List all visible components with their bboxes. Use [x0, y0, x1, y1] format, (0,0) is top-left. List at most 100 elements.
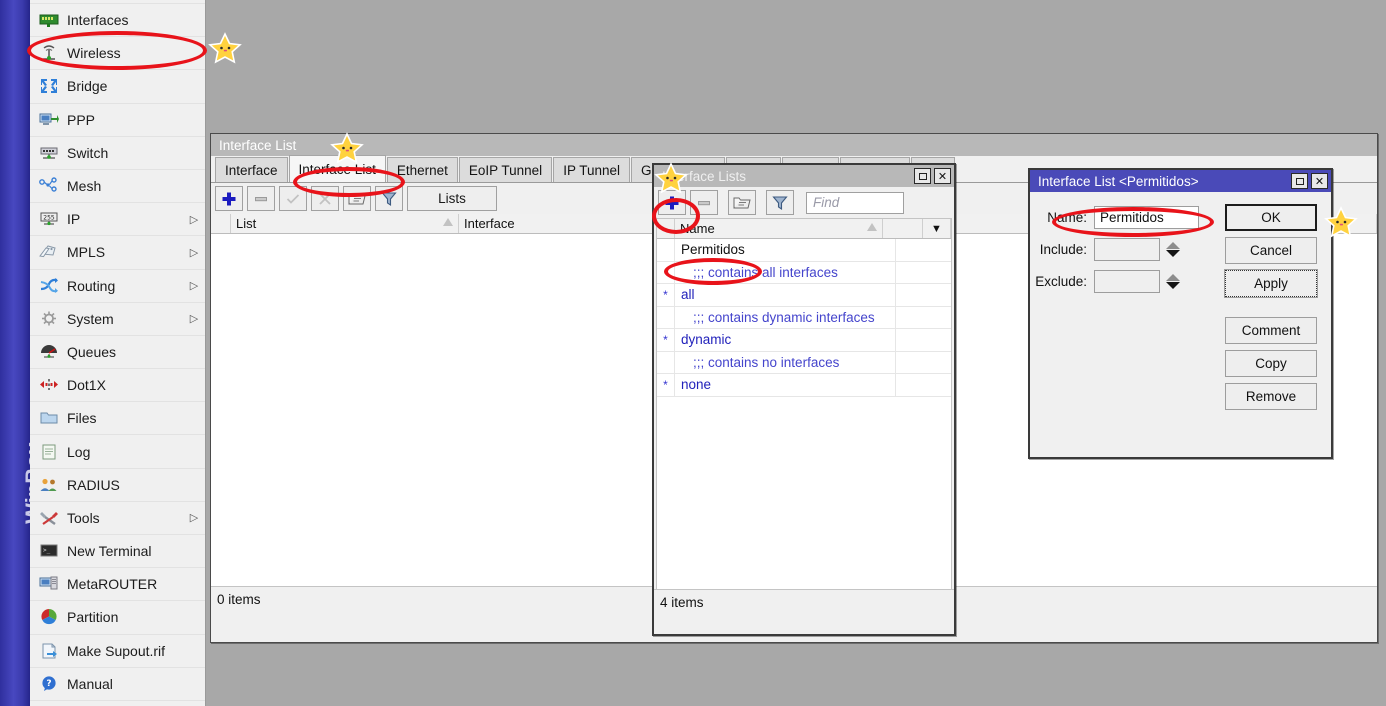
dialog-copy-button[interactable]: Copy [1225, 350, 1317, 377]
sidebar-item-routing[interactable]: Routing ▷ [30, 269, 205, 303]
include-stepper[interactable] [1165, 242, 1181, 257]
interface-lists-window-title[interactable]: Interface Lists ✕ [654, 165, 954, 187]
interface-lists-window[interactable]: Interface Lists ✕ Find Name ▼ Permitidos… [652, 163, 956, 636]
sidebar-item-interfaces[interactable]: Interfaces [30, 4, 205, 38]
find-input[interactable]: Find [806, 191, 904, 214]
sidebar-item-files[interactable]: Files [30, 402, 205, 436]
table-row[interactable]: * none [657, 374, 951, 397]
interface-lists-row-permitidos[interactable]: Permitidos [657, 239, 951, 262]
sidebar-item-switch[interactable]: Switch [30, 136, 205, 170]
tab-ip-tunnel[interactable]: IP Tunnel [553, 157, 630, 182]
chevron-down-icon[interactable] [1166, 250, 1180, 257]
dialog-remove-button[interactable]: Remove [1225, 383, 1317, 410]
permitidos-dialog[interactable]: Interface List <Permitidos> ✕ Name: Perm… [1028, 168, 1333, 459]
interface-lists-add-button[interactable] [658, 190, 686, 215]
filter-button[interactable] [375, 186, 403, 211]
row-name: ;;; contains no interfaces [675, 351, 896, 373]
antenna-icon [38, 43, 60, 63]
table-row[interactable]: * all [657, 284, 951, 307]
sidebar-item-mpls[interactable]: MPLS ▷ [30, 236, 205, 270]
sidebar-item-new-terminal[interactable]: >_ New Terminal [30, 535, 205, 569]
chevron-down-icon[interactable] [1166, 282, 1180, 289]
tab-eoip-tunnel[interactable]: EoIP Tunnel [458, 157, 553, 182]
dialog-ok-button[interactable]: OK [1225, 204, 1317, 231]
chevron-right-icon: ▷ [189, 246, 199, 259]
interface-lists-comment-button[interactable] [728, 190, 756, 215]
dialog-include-field[interactable] [1094, 238, 1160, 261]
enable-button[interactable] [279, 186, 307, 211]
interface-lists-filter-button[interactable] [766, 190, 794, 215]
dialog-name-field[interactable]: Permitidos [1094, 206, 1199, 229]
th-name[interactable]: Name [675, 219, 883, 238]
row-extra [896, 352, 951, 374]
interface-lists-toolbar[interactable]: Find [654, 187, 954, 218]
sidebar-item-system[interactable]: System ▷ [30, 302, 205, 336]
dialog-exclude-field[interactable] [1094, 270, 1160, 293]
row-flag [657, 239, 675, 261]
minus-icon [255, 196, 267, 201]
sidebar-item-ppp[interactable]: PPP [30, 103, 205, 137]
gauge-icon [38, 342, 60, 362]
dialog-body: Name: Permitidos Include: Exclude: OK Ca… [1030, 192, 1331, 424]
sort-ascending-icon [867, 223, 877, 231]
sidebar-item-label: Wireless [67, 45, 121, 62]
dialog-apply-button[interactable]: Apply [1224, 269, 1318, 298]
comment-button[interactable] [343, 186, 371, 211]
sidebar-item-new-winbox[interactable]: New WinBox [30, 700, 205, 706]
tab-interface[interactable]: Interface [215, 157, 288, 182]
sidebar-item-make-supout[interactable]: Make Supout.rif [30, 634, 205, 668]
sidebar-item-queues[interactable]: Queues [30, 335, 205, 370]
sidebar-item-mesh[interactable]: Mesh [30, 169, 205, 204]
row-extra [896, 239, 951, 261]
button-label: Apply [1254, 276, 1288, 291]
table-row[interactable]: ;;; contains dynamic interfaces [657, 306, 951, 329]
mpls-tag-icon [38, 242, 60, 262]
th-list[interactable]: List [231, 214, 459, 233]
maximize-button[interactable] [914, 168, 931, 184]
tab-ethernet[interactable]: Ethernet [386, 157, 458, 182]
exclude-stepper[interactable] [1165, 274, 1181, 289]
close-button[interactable]: ✕ [934, 168, 951, 184]
table-row[interactable]: * dynamic [657, 329, 951, 352]
cross-icon [319, 192, 331, 205]
sidebar-menu[interactable]: Interfaces Wireless Bridge PPP Switch Me… [30, 0, 206, 706]
window-controls[interactable]: ✕ [1291, 173, 1328, 189]
interface-list-window-title[interactable]: Interface List [211, 134, 1377, 156]
chevron-up-icon[interactable] [1166, 242, 1180, 249]
tab-interface-list[interactable]: Interface List [288, 155, 386, 182]
name-label: Name: [1047, 210, 1087, 225]
maximize-button[interactable] [1291, 173, 1308, 189]
sidebar-item-ip[interactable]: 255 IP ▷ [30, 203, 205, 237]
row-extra [896, 374, 951, 396]
comment-icon [733, 197, 751, 208]
disable-button[interactable] [311, 186, 339, 211]
sidebar-item-log[interactable]: Log [30, 435, 205, 469]
sidebar-item-bridge[interactable]: Bridge [30, 70, 205, 104]
table-row[interactable]: ;;; contains all interfaces [657, 261, 951, 284]
close-button[interactable]: ✕ [1311, 173, 1328, 189]
sidebar-item-radius[interactable]: RADIUS [30, 468, 205, 502]
dialog-comment-button[interactable]: Comment [1225, 317, 1317, 344]
column-menu-button[interactable]: ▼ [923, 219, 951, 238]
tab-label: IP Tunnel [563, 162, 620, 178]
item-count-label: 4 items [660, 594, 704, 610]
table-row[interactable]: ;;; contains no interfaces [657, 351, 951, 374]
sidebar-item-dot1x[interactable]: Dot1X [30, 369, 205, 403]
window-controls[interactable]: ✕ [914, 168, 951, 184]
dialog-cancel-button[interactable]: Cancel [1225, 237, 1317, 264]
sidebar-item-tools[interactable]: Tools ▷ [30, 501, 205, 535]
interface-lists-remove-button[interactable] [690, 190, 718, 215]
lists-button[interactable]: Lists [407, 186, 497, 211]
remove-button[interactable] [247, 186, 275, 211]
sidebar-item-label: Routing [67, 277, 116, 294]
permitidos-dialog-title[interactable]: Interface List <Permitidos> ✕ [1030, 170, 1331, 192]
chevron-up-icon[interactable] [1166, 274, 1180, 281]
tab-label: Ethernet [396, 162, 448, 178]
sidebar-item-wireless[interactable]: Wireless [30, 37, 205, 71]
add-button[interactable] [215, 186, 243, 211]
sidebar-item-metarouter[interactable]: MetaROUTER [30, 568, 205, 602]
sidebar-item-partition[interactable]: Partition [30, 601, 205, 635]
interface-lists-table[interactable]: Name ▼ Permitidos ;;; contains all inter… [656, 218, 952, 597]
sidebar-item-manual[interactable]: ? Manual [30, 667, 205, 701]
filter-icon [772, 195, 788, 210]
